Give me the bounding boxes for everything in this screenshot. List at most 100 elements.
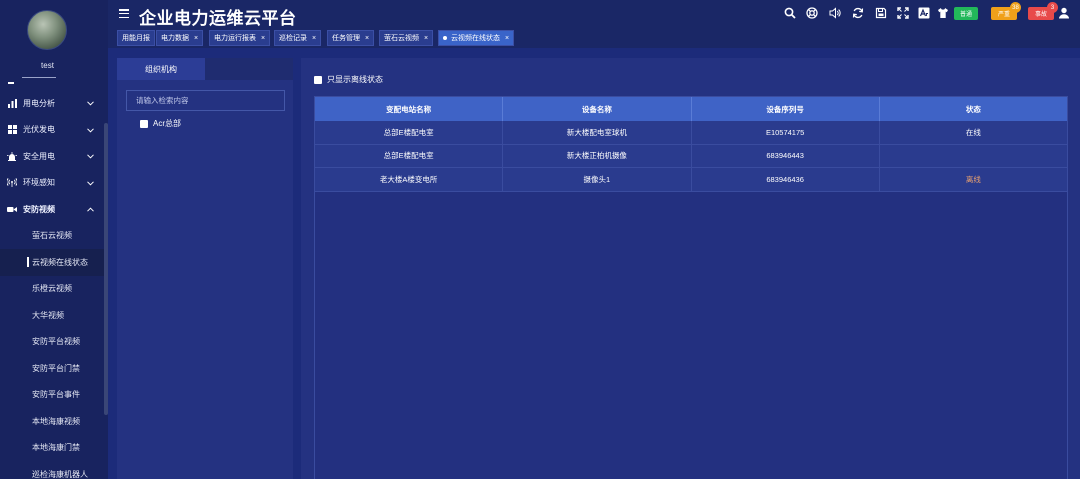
user-icon[interactable]	[1058, 7, 1070, 19]
sidebar-scrollbar[interactable]	[104, 123, 108, 415]
cell-station: 总部E楼配电室	[315, 144, 504, 167]
tree-item-root[interactable]: Acr总部	[140, 118, 181, 129]
sidebar-subitem-cloud-video-status[interactable]: 云视频在线状态	[0, 249, 104, 276]
cell-status	[880, 145, 1067, 168]
sidebar-item-environment[interactable]: 环境感知	[0, 170, 104, 197]
volume-icon[interactable]	[829, 7, 841, 19]
tab-label: 用能月报	[122, 35, 150, 42]
sidebar-subitem-dahua-video[interactable]: 大华视频	[0, 302, 104, 329]
avatar[interactable]	[27, 10, 67, 50]
fullscreen-icon[interactable]	[897, 7, 909, 19]
sidebar-item-safety[interactable]: 安全用电	[0, 143, 104, 170]
sidebar-item-solar[interactable]: 光伏发电	[0, 117, 104, 144]
cell-serial: E10574175	[692, 121, 880, 144]
tab-power-report[interactable]: 电力运行报表 ×	[209, 30, 271, 46]
close-icon[interactable]: ×	[424, 35, 428, 42]
table-row[interactable]: 总部E楼配电室 新大楼正柏机摄像 683946443	[315, 144, 1067, 168]
sidebar-subitem-security-platform-video[interactable]: 安防平台视频	[0, 329, 104, 356]
sidebar-subitem-hikvision-robot[interactable]: 巡检海康机器人	[0, 461, 104, 479]
close-icon[interactable]: ×	[194, 35, 198, 42]
sidebar-subitem-security-platform-access[interactable]: 安防平台门禁	[0, 355, 104, 382]
help-lifebuoy-icon[interactable]	[806, 7, 818, 19]
sidebar: test 用电分析 光伏发电 安全用电 环境感知 安防视频 萤石云视频 云视频在…	[0, 0, 108, 479]
tab-power-data[interactable]: 电力数据 ×	[156, 30, 204, 46]
notify-accident-label: 事故	[1034, 12, 1047, 18]
chevron-down-icon	[87, 99, 94, 108]
tab-label: 电力数据	[161, 35, 189, 42]
column-header[interactable]: 设备名称	[503, 97, 692, 121]
chevron-up-icon	[87, 205, 94, 214]
main-panel: 只显示离线状态 变配电站名称 设备名称 设备序列号 状态 总部E楼配电室 新大楼…	[301, 58, 1080, 479]
table-row[interactable]: 总部E楼配电室 新大楼配电室球机 E10574175 在线	[315, 121, 1067, 145]
sidebar-item-power-analysis[interactable]: 用电分析	[0, 90, 104, 117]
chevron-down-icon	[87, 179, 94, 188]
video-camera-icon	[7, 204, 17, 214]
menu-toggle-icon[interactable]	[119, 9, 129, 19]
sidebar-item-label: 光伏发电	[23, 125, 55, 135]
tree-item-label: Acr总部	[153, 119, 181, 128]
notify-serious-button[interactable]: 严重 38	[991, 2, 1021, 20]
search-icon[interactable]	[784, 7, 796, 19]
close-icon[interactable]: ×	[505, 35, 509, 42]
top-header: 企业电力运维云平台 普通 严重 38 事故 3	[108, 0, 1080, 28]
alarm-light-icon	[7, 151, 17, 161]
tab-label: 云视频在线状态	[451, 35, 500, 42]
close-icon[interactable]: ×	[312, 35, 316, 42]
tab-organization[interactable]: 组织机构	[117, 58, 205, 80]
notify-accident-count: 3	[1047, 2, 1058, 13]
notify-serious-count: 38	[1010, 2, 1021, 13]
table-header: 变配电站名称 设备名称 设备序列号 状态	[315, 97, 1067, 121]
notify-serious-label: 严重	[997, 12, 1010, 18]
close-icon[interactable]: ×	[365, 35, 369, 42]
sidebar-nav: 用电分析 光伏发电 安全用电 环境感知 安防视频 萤石云视频 云视频在线状态 乐…	[0, 68, 104, 479]
tab-ezviz-video[interactable]: 萤石云视频 ×	[379, 30, 434, 46]
cell-serial: 683946436	[692, 168, 880, 191]
tab-label: 任务管理	[332, 35, 360, 42]
cell-device: 摄像头1	[503, 168, 692, 191]
org-tabs: 组织机构	[117, 58, 293, 80]
cell-station: 老大楼A楼变电所	[315, 168, 504, 191]
column-header[interactable]: 设备序列号	[692, 97, 880, 121]
device-status-table: 变配电站名称 设备名称 设备序列号 状态 总部E楼配电室 新大楼配电室球机 E1…	[314, 96, 1068, 479]
checkbox[interactable]	[140, 119, 148, 128]
filter-label: 只显示离线状态	[327, 75, 383, 84]
sidebar-item-label: 安防视频	[23, 204, 55, 214]
tabs-bar: 用能月报 电力数据 × 电力运行报表 × 巡检记录 × 任务管理 × 萤石云视频 × 云视…	[108, 28, 1080, 48]
sidebar-subitem-security-platform-events[interactable]: 安防平台事件	[0, 382, 104, 409]
sidebar-subitem-local-hikvision-access[interactable]: 本地海康门禁	[0, 435, 104, 462]
sidebar-item-clipped[interactable]	[0, 68, 104, 90]
org-search-input[interactable]	[126, 90, 285, 111]
sidebar-subitem-local-hikvision-video[interactable]: 本地海康视频	[0, 408, 104, 435]
sidebar-item-security-video[interactable]: 安防视频	[0, 196, 104, 223]
bar-chart-icon	[7, 98, 17, 108]
theme-shirt-icon[interactable]	[937, 7, 949, 19]
offline-only-checkbox[interactable]	[314, 75, 322, 84]
tab-task-management[interactable]: 任务管理 ×	[327, 30, 375, 46]
chevron-down-icon	[87, 126, 94, 135]
tab-energy-monthly[interactable]: 用能月报	[117, 30, 155, 46]
signal-icon	[7, 178, 17, 188]
tab-label: 电力运行报表	[214, 35, 256, 42]
tab-label: 巡检记录	[279, 35, 307, 42]
offline-only-filter[interactable]: 只显示离线状态	[314, 74, 383, 85]
app-title: 企业电力运维云平台	[139, 9, 297, 28]
solar-grid-icon	[7, 125, 17, 135]
refresh-icon[interactable]	[852, 7, 864, 19]
cell-station: 总部E楼配电室	[315, 121, 504, 144]
column-header[interactable]: 状态	[880, 97, 1067, 121]
notify-accident-button[interactable]: 事故 3	[1028, 2, 1058, 20]
tab-inspection-records[interactable]: 巡检记录 ×	[274, 30, 322, 46]
sidebar-subitem-imou-video[interactable]: 乐橙云视频	[0, 276, 104, 303]
cell-status: 在线	[965, 127, 981, 137]
sidebar-subitem-ezviz-video[interactable]: 萤石云视频	[0, 223, 104, 250]
table-row[interactable]: 老大楼A楼变电所 摄像头1 683946436 离线	[315, 168, 1067, 192]
sidebar-item-label: 环境感知	[23, 178, 55, 188]
tab-cloud-video-status[interactable]: 云视频在线状态 ×	[438, 30, 515, 46]
close-icon[interactable]: ×	[261, 35, 265, 42]
font-size-icon[interactable]	[918, 7, 930, 19]
column-header[interactable]: 变配电站名称	[315, 97, 504, 121]
save-icon[interactable]	[875, 7, 887, 19]
cell-device: 新大楼正柏机摄像	[503, 144, 692, 167]
cell-status: 离线	[965, 174, 981, 184]
notify-general-button[interactable]: 普通	[954, 7, 978, 20]
